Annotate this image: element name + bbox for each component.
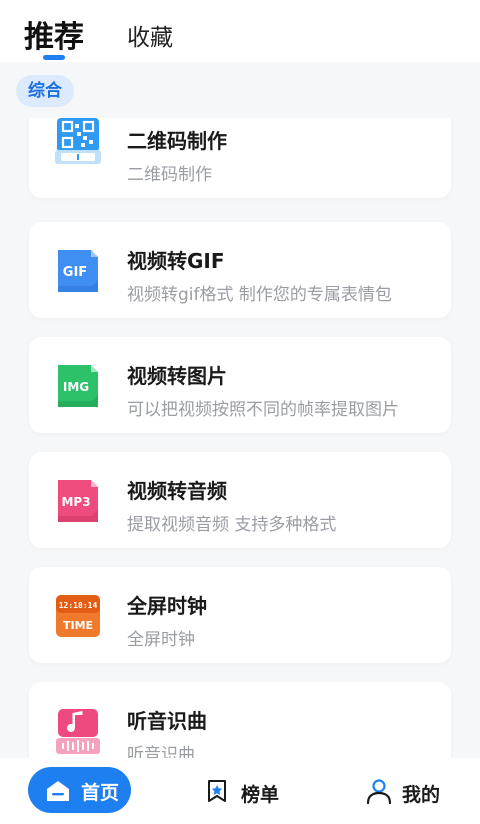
tool-title: 二维码制作 — [127, 129, 227, 153]
home-icon — [47, 781, 69, 801]
tool-subtitle: 视频转gif格式 制作您的专属表情包 — [127, 285, 392, 305]
filter-chip-all[interactable]: 综合 — [16, 75, 74, 107]
gif-file-icon: GIF — [58, 250, 98, 292]
top-tab-bar: 推荐 收藏 — [0, 0, 480, 62]
tool-subtitle: 二维码制作 — [127, 165, 212, 185]
tool-subtitle: 可以把视频按照不同的帧率提取图片 — [127, 400, 399, 420]
nav-rank-label: 榜单 — [241, 784, 280, 806]
nav-rank-button[interactable]: 榜单 — [205, 777, 285, 807]
bottom-nav: 首页 榜单 我的 — [0, 758, 480, 824]
music-note-icon — [56, 709, 100, 754]
tool-subtitle: 听音识曲 — [127, 745, 195, 758]
svg-text:TIME: TIME — [63, 619, 93, 632]
mp3-file-icon: MP3 — [58, 480, 98, 522]
svg-text:GIF: GIF — [63, 265, 87, 280]
tool-card-gif[interactable]: GIF 视频转GIF 视频转gif格式 制作您的专属表情包 — [29, 222, 451, 318]
user-icon — [366, 779, 392, 804]
tool-list[interactable]: 二维码制作 二维码制作 GIF 视频转GIF 视频转gif格式 制作您的专属表情… — [0, 118, 480, 758]
nav-home-button[interactable]: 首页 — [28, 767, 131, 813]
tool-title: 视频转音频 — [127, 479, 227, 503]
nav-mine-button[interactable]: 我的 — [366, 777, 446, 807]
tool-card-img[interactable]: IMG 视频转图片 可以把视频按照不同的帧率提取图片 — [29, 337, 451, 433]
bookmark-star-icon — [208, 780, 226, 802]
tool-card-clock[interactable]: 12:18:14 TIME 全屏时钟 全屏时钟 — [29, 567, 451, 663]
tool-card-mp3[interactable]: MP3 视频转音频 提取视频音频 支持多种格式 — [29, 452, 451, 548]
tool-title: 视频转GIF — [127, 249, 225, 273]
tool-title: 全屏时钟 — [127, 594, 207, 618]
svg-text:12:18:14: 12:18:14 — [59, 601, 98, 610]
svg-text:MP3: MP3 — [61, 495, 90, 509]
tool-subtitle: 全屏时钟 — [127, 630, 195, 650]
tab-favorites[interactable]: 收藏 — [127, 18, 173, 52]
tool-title: 听音识曲 — [127, 709, 207, 733]
qr-code-icon — [55, 118, 101, 164]
tool-card-qr[interactable]: 二维码制作 二维码制作 — [29, 118, 451, 198]
tool-title: 视频转图片 — [127, 364, 227, 388]
svg-text:IMG: IMG — [63, 380, 89, 394]
nav-mine-label: 我的 — [402, 784, 441, 806]
tab-recommend[interactable]: 推荐 — [24, 12, 84, 56]
clock-time-icon: 12:18:14 TIME — [56, 595, 100, 637]
tool-subtitle: 提取视频音频 支持多种格式 — [127, 515, 337, 535]
tool-card-music[interactable]: 听音识曲 听音识曲 — [29, 682, 451, 758]
active-tab-indicator — [43, 55, 65, 60]
nav-home-label: 首页 — [81, 782, 120, 804]
img-file-icon: IMG — [58, 365, 98, 407]
